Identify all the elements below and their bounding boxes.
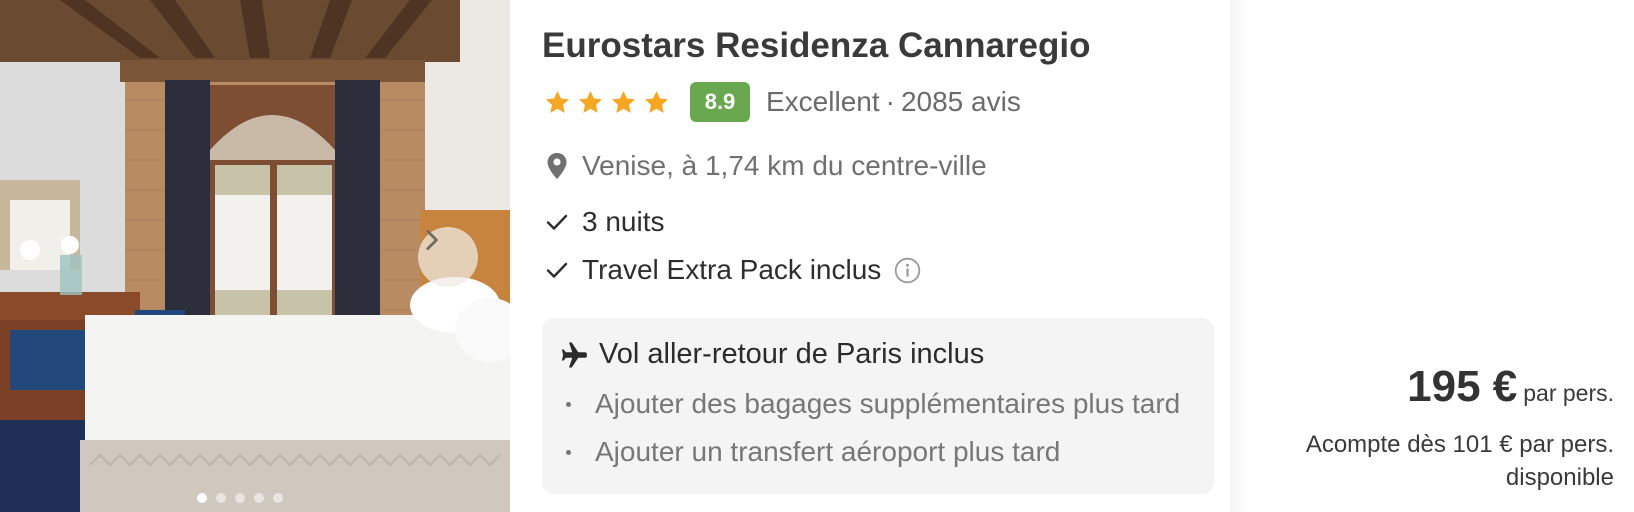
hotel-card[interactable]: Eurostars Residenza Cannaregio 8.9 Excel… [0, 0, 1634, 512]
feature-nights: 3 nuits [582, 206, 665, 237]
gallery-dot[interactable] [197, 493, 207, 503]
add-transfer-text: Ajouter un transfert aéroport plus tard [595, 436, 1061, 467]
price-row: 195 € par pers. [1407, 362, 1614, 412]
star-icon [546, 90, 569, 113]
chevron-right-icon [426, 229, 438, 251]
flight-title: Vol aller-retour de Paris inclus [599, 338, 985, 370]
location-row: Venise, à 1,74 km du centre-ville [542, 150, 987, 182]
rating-row: 8.9 Excellent · 2085 avis [542, 82, 1021, 122]
star-rating [544, 89, 670, 116]
gallery-dot[interactable] [254, 493, 264, 503]
flight-box: Vol aller-retour de Paris inclus Ajouter… [542, 318, 1214, 494]
plane-icon [560, 340, 590, 370]
feature-row: Travel Extra Pack inclus [542, 254, 921, 286]
next-photo-button[interactable] [418, 227, 478, 287]
flight-title-row: Vol aller-retour de Paris inclus [560, 338, 984, 371]
price-unit: par pers. [1523, 380, 1614, 406]
feature-row: 3 nuits [542, 206, 665, 238]
bullet-dot [566, 449, 571, 455]
info-icon[interactable] [893, 256, 921, 284]
flight-option: Ajouter un transfert aéroport plus tard [566, 436, 1060, 468]
flight-option: Ajouter des bagages supplémentaires plus… [566, 388, 1180, 420]
star-icon [645, 90, 668, 113]
gallery-dot[interactable] [273, 493, 283, 503]
gallery-pagination [197, 493, 283, 503]
add-luggage-text: Ajouter des bagages supplémentaires plus… [595, 388, 1181, 419]
rating-separator: · [885, 86, 895, 117]
review-summary[interactable]: Excellent · 2085 avis [766, 86, 1021, 118]
price-panel[interactable]: 195 € par pers. Acompte dès 101 € par pe… [1248, 0, 1634, 512]
check-icon [542, 207, 572, 237]
hotel-name[interactable]: Eurostars Residenza Cannaregio [542, 26, 1091, 66]
hotel-details: Eurostars Residenza Cannaregio 8.9 Excel… [542, 0, 1246, 512]
feature-travel-pack: Travel Extra Pack inclus [582, 254, 882, 285]
deposit-text: Acompte dès 101 € par pers. disponible [1305, 431, 1614, 491]
map-pin-icon [542, 150, 572, 182]
check-icon [542, 255, 572, 285]
hotel-photo[interactable] [0, 0, 510, 512]
star-icon [612, 90, 635, 113]
gallery-dot[interactable] [216, 493, 226, 503]
price-divider [1230, 0, 1248, 512]
star-icon [579, 90, 602, 113]
bullet-dot [566, 401, 571, 407]
review-score-badge: 8.9 [690, 82, 750, 122]
location-text: Venise, à 1,74 km du centre-ville [582, 150, 987, 181]
price-amount: 195 € [1407, 362, 1518, 411]
gallery-dot[interactable] [235, 493, 245, 503]
review-count: 2085 avis [900, 86, 1021, 117]
rating-label: Excellent [766, 86, 880, 117]
